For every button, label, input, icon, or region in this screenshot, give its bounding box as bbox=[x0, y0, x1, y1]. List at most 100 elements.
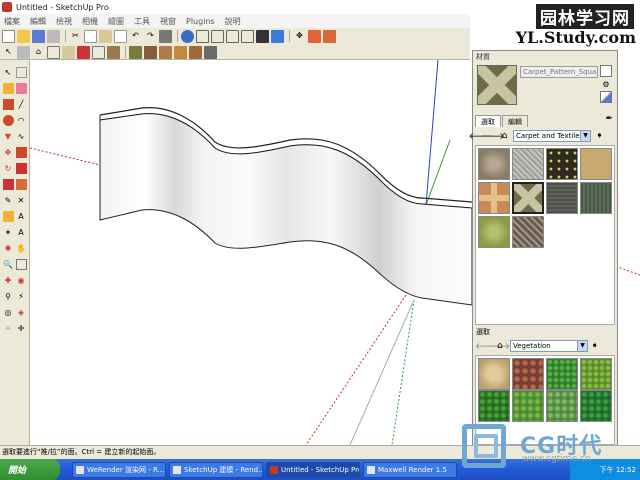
menu-camera[interactable]: 相機 bbox=[82, 16, 98, 27]
offset-icon[interactable] bbox=[323, 29, 336, 43]
shadows-icon[interactable] bbox=[92, 45, 105, 59]
wireframe-icon[interactable] bbox=[144, 45, 157, 59]
swatch-veg-1[interactable] bbox=[478, 358, 510, 390]
arrow-select-icon[interactable]: ↖ bbox=[3, 67, 14, 78]
create-material-icon[interactable]: ⚙ bbox=[600, 78, 612, 90]
collection-select-top[interactable]: Carpet and Textiles ▼ bbox=[513, 130, 591, 142]
push-pull-icon[interactable] bbox=[308, 29, 321, 43]
make-component-icon[interactable] bbox=[15, 66, 27, 78]
swatch-carpet-1[interactable] bbox=[478, 148, 510, 180]
redo-icon[interactable]: ↷ bbox=[144, 30, 157, 43]
home-collection-icon-2[interactable]: ⌂ bbox=[497, 341, 508, 351]
collection-select-bottom[interactable]: Vegetation ▼ bbox=[510, 340, 588, 352]
back-view-icon[interactable] bbox=[256, 29, 269, 43]
menu-help[interactable]: 說明 bbox=[225, 16, 241, 27]
swatch-carpet-5[interactable] bbox=[478, 182, 510, 214]
rectangle-icon[interactable] bbox=[2, 98, 14, 110]
erase-icon[interactable] bbox=[114, 29, 127, 43]
default-material-icon[interactable] bbox=[600, 91, 612, 103]
menu-draw[interactable]: 繪圖 bbox=[108, 16, 124, 27]
forward-arrow-icon[interactable]: 🡒 bbox=[480, 131, 504, 142]
polygon-icon[interactable]: ▼ bbox=[3, 131, 14, 142]
move-tool-icon[interactable]: ✥ bbox=[3, 147, 14, 158]
zoom-extents-icon[interactable]: ✚ bbox=[3, 275, 14, 286]
select-icon[interactable]: ↖ bbox=[2, 46, 15, 59]
left-view-icon[interactable] bbox=[271, 29, 284, 43]
details-arrow-icon[interactable]: ➧ bbox=[594, 131, 605, 142]
offset-tool-icon[interactable] bbox=[15, 178, 27, 190]
swatch-veg-3[interactable] bbox=[546, 358, 578, 390]
model-viewport[interactable] bbox=[30, 60, 472, 445]
menu-file[interactable]: 檔案 bbox=[4, 16, 20, 27]
materials-icon[interactable] bbox=[107, 45, 120, 59]
copy-icon[interactable] bbox=[84, 29, 97, 43]
taskbar-item-werender[interactable]: WeRender 渲染网 - R... bbox=[72, 461, 166, 478]
section-plane-icon[interactable]: ◈ bbox=[16, 307, 27, 318]
eraser-icon[interactable] bbox=[15, 82, 27, 94]
material-name-field[interactable]: Carpet_Pattern_Squares bbox=[520, 66, 598, 78]
tape-measure-icon[interactable]: ✎ bbox=[3, 195, 14, 206]
save-icon[interactable] bbox=[32, 29, 45, 43]
top-view-icon[interactable] bbox=[211, 29, 224, 43]
warehouse-icon[interactable] bbox=[47, 45, 60, 59]
text-tool-icon[interactable]: A bbox=[16, 211, 27, 222]
taskbar-item-maxwell[interactable]: Maxwell Render 1.5 bbox=[363, 461, 457, 478]
monochrome-icon[interactable] bbox=[204, 45, 217, 59]
3d-text-icon[interactable]: A bbox=[16, 227, 27, 238]
home-icon[interactable]: ⌂ bbox=[32, 46, 45, 59]
move-icon[interactable]: ✥ bbox=[293, 30, 306, 43]
paint-bucket-icon[interactable] bbox=[2, 82, 14, 94]
pushpull-tool-icon[interactable] bbox=[15, 146, 27, 158]
new-file-icon[interactable] bbox=[2, 29, 15, 43]
scale-icon[interactable] bbox=[2, 178, 14, 190]
swatch-carpet-3[interactable] bbox=[546, 148, 578, 180]
freehand-icon[interactable]: ∿ bbox=[16, 131, 27, 142]
home-collection-icon[interactable]: ⌂ bbox=[499, 131, 510, 142]
menu-plugins[interactable]: Plugins bbox=[186, 17, 215, 26]
right-view-icon[interactable] bbox=[241, 29, 254, 43]
follow-me-icon[interactable] bbox=[15, 162, 27, 174]
dimension-icon[interactable]: ✕ bbox=[16, 195, 27, 206]
paste-icon[interactable] bbox=[99, 29, 112, 43]
swatch-carpet-2[interactable] bbox=[512, 148, 544, 180]
arc-icon[interactable]: ◠ bbox=[16, 115, 27, 126]
menu-view[interactable]: 檢視 bbox=[56, 16, 72, 27]
iso-view-icon[interactable] bbox=[196, 29, 209, 43]
textured-icon[interactable] bbox=[189, 45, 202, 59]
front-view-icon[interactable] bbox=[226, 29, 239, 43]
start-button[interactable]: 開始 bbox=[0, 459, 60, 480]
details-arrow-icon-2[interactable]: ➧ bbox=[591, 341, 602, 351]
open-folder-icon[interactable] bbox=[17, 29, 30, 43]
swatch-veg-4[interactable] bbox=[580, 358, 612, 390]
zoom-icon[interactable]: 🔍 bbox=[3, 259, 14, 270]
layers-icon[interactable] bbox=[62, 45, 75, 59]
menu-edit[interactable]: 編輯 bbox=[30, 16, 46, 27]
axes-icon[interactable]: ✶ bbox=[3, 227, 14, 238]
tab-edit[interactable]: 編輯 bbox=[502, 115, 528, 127]
tab-select[interactable]: 選取 bbox=[475, 115, 501, 127]
zoom-window-icon[interactable] bbox=[15, 258, 27, 270]
component-icon[interactable] bbox=[17, 45, 30, 59]
circle-icon[interactable] bbox=[2, 114, 14, 126]
model-info-icon[interactable] bbox=[159, 29, 172, 43]
cut-icon[interactable]: ✂ bbox=[69, 30, 82, 43]
look-around-icon[interactable]: ◎ bbox=[3, 307, 14, 318]
hidden-line-icon[interactable] bbox=[159, 45, 172, 59]
swatch-carpet-4[interactable] bbox=[580, 148, 612, 180]
back-arrow-icon-2[interactable]: 🡐 bbox=[475, 341, 499, 352]
undo-icon[interactable]: ↶ bbox=[129, 30, 142, 43]
walk-icon[interactable]: ⚡ bbox=[16, 291, 27, 302]
taskbar-item-sketchup-modeling[interactable]: SketchUp 建模 - Rend... bbox=[169, 461, 263, 478]
xray-icon[interactable] bbox=[129, 45, 142, 59]
protractor-icon[interactable] bbox=[2, 210, 14, 222]
sample-paint-icon[interactable]: ✒ bbox=[605, 114, 613, 124]
taskbar-item-sketchup-pro[interactable]: Untitled - SketchUp Pro bbox=[266, 461, 360, 478]
pan-icon[interactable]: ✋ bbox=[16, 243, 27, 254]
camera-orbit-icon[interactable] bbox=[181, 29, 194, 43]
menu-tools[interactable]: 工具 bbox=[134, 16, 150, 27]
footprints-icon[interactable]: ⁘ bbox=[3, 323, 14, 334]
sandbox-icon[interactable]: ✛ bbox=[16, 323, 27, 334]
swatch-carpet-pattern-squares[interactable] bbox=[512, 182, 544, 214]
previous-view-icon[interactable]: ◉ bbox=[16, 275, 27, 286]
position-camera-icon[interactable]: ⚲ bbox=[3, 291, 14, 302]
